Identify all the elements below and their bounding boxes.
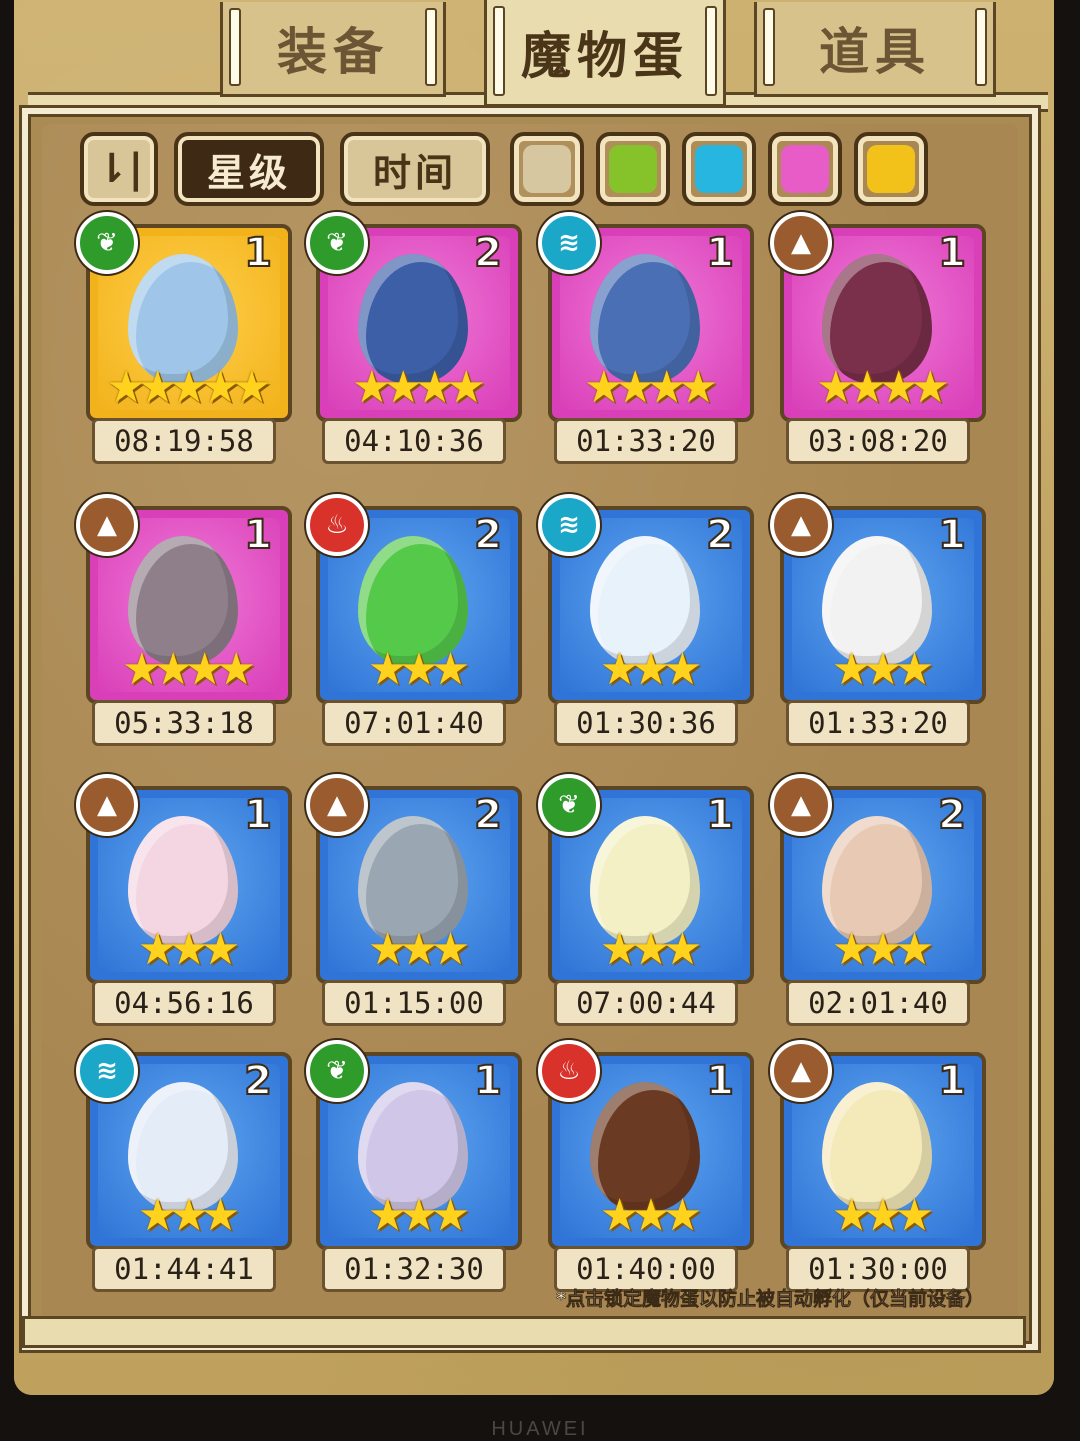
egg-count: 1 bbox=[243, 511, 273, 559]
egg-count: 1 bbox=[705, 791, 735, 839]
mountain-icon: ▲ bbox=[306, 774, 368, 836]
egg-count: 2 bbox=[473, 791, 503, 839]
mountain-icon: ▲ bbox=[770, 212, 832, 274]
hatch-timer: 01:32:30 bbox=[322, 1246, 506, 1292]
star-rating: ★★★ bbox=[599, 924, 702, 975]
swatch-color-fill bbox=[609, 145, 657, 193]
egg-card[interactable]: ≋ 2 ★★★ 01:44:41 bbox=[76, 1040, 292, 1300]
swatch-color-fill bbox=[523, 145, 571, 193]
egg-count: 1 bbox=[243, 791, 273, 839]
wave-icon: ≋ bbox=[538, 212, 600, 274]
mountain-icon: ▲ bbox=[770, 1040, 832, 1102]
star-rating: ★★★ bbox=[367, 924, 470, 975]
leaf-icon: ❦ bbox=[538, 774, 600, 836]
leaf-icon: ❦ bbox=[306, 1040, 368, 1102]
egg-card[interactable]: ❦ 2 ★★★★ 04:10:36 bbox=[306, 212, 522, 472]
star-rating: ★★★ bbox=[137, 1190, 240, 1241]
egg-card[interactable]: ▲ 2 ★★★ 02:01:40 bbox=[770, 774, 986, 1034]
filter-yellow-swatch[interactable] bbox=[854, 132, 928, 206]
wave-icon: ≋ bbox=[76, 1040, 138, 1102]
hatch-timer: 01:15:00 bbox=[322, 980, 506, 1026]
egg-card[interactable]: ♨ 2 ★★★ 07:01:40 bbox=[306, 494, 522, 754]
filter-blue-swatch[interactable] bbox=[682, 132, 756, 206]
egg-count: 1 bbox=[473, 1057, 503, 1105]
hatch-timer: 07:01:40 bbox=[322, 700, 506, 746]
flame-icon: ♨ bbox=[538, 1040, 600, 1102]
sort-by-time-button[interactable]: 时间 bbox=[340, 132, 490, 206]
hatch-timer: 01:33:20 bbox=[786, 700, 970, 746]
egg-card[interactable]: ❦ 1 ★★★ 07:00:44 bbox=[538, 774, 754, 1034]
filter-pink-swatch[interactable] bbox=[768, 132, 842, 206]
star-rating: ★★★★ bbox=[122, 644, 256, 695]
star-rating: ★★★ bbox=[831, 644, 934, 695]
egg-count: 2 bbox=[243, 1057, 273, 1105]
bottom-frame-rail bbox=[22, 1316, 1026, 1348]
hatch-timer: 02:01:40 bbox=[786, 980, 970, 1026]
egg-card[interactable]: ▲ 1 ★★★ 04:56:16 bbox=[76, 774, 292, 1034]
tab-monster-eggs[interactable]: 魔物蛋 bbox=[484, 0, 726, 107]
mountain-icon: ▲ bbox=[770, 774, 832, 836]
swatch-color-fill bbox=[781, 145, 829, 193]
egg-card[interactable]: ♨ 1 ★★★ 01:40:00 bbox=[538, 1040, 754, 1300]
star-rating: ★★★ bbox=[367, 1190, 470, 1241]
star-rating: ★★★★ bbox=[816, 362, 950, 413]
hatch-timer: 01:33:20 bbox=[554, 418, 738, 464]
filter-green-swatch[interactable] bbox=[596, 132, 670, 206]
egg-card[interactable]: ▲ 2 ★★★ 01:15:00 bbox=[306, 774, 522, 1034]
star-rating: ★★★★★ bbox=[106, 362, 271, 413]
hatch-timer: 05:33:18 bbox=[92, 700, 276, 746]
tab-equipment[interactable]: 装备 bbox=[220, 2, 446, 97]
mountain-icon: ▲ bbox=[770, 494, 832, 556]
mountain-icon: ▲ bbox=[76, 774, 138, 836]
mountain-icon: ▲ bbox=[76, 494, 138, 556]
egg-count: 2 bbox=[473, 511, 503, 559]
leaf-icon: ❦ bbox=[306, 212, 368, 274]
star-rating: ★★★ bbox=[367, 644, 470, 695]
egg-count: 2 bbox=[937, 791, 967, 839]
sort-by-stars-button[interactable]: 星级 bbox=[174, 132, 324, 206]
egg-count: 1 bbox=[243, 229, 273, 277]
egg-card[interactable]: ❦ 1 ★★★★★ 08:19:58 bbox=[76, 212, 292, 472]
lock-hint-text: *点击锁定魔物蛋以防止被自动孵化（仅当前设备） bbox=[556, 1288, 985, 1311]
star-rating: ★★★ bbox=[831, 924, 934, 975]
tab-items[interactable]: 道具 bbox=[754, 2, 996, 97]
device-brand-logo: HUAWEI bbox=[491, 1418, 589, 1440]
egg-card[interactable]: ▲ 1 ★★★★ 05:33:18 bbox=[76, 494, 292, 754]
hatch-timer: 04:10:36 bbox=[322, 418, 506, 464]
sort-toggle-icon: ⇂| bbox=[94, 146, 144, 192]
egg-count: 1 bbox=[705, 229, 735, 277]
game-screen: 装备 魔物蛋 道具 ⇂| 星级 时间 ❦ 1 ★★★★★ 08:19:58 ❦ 2 ★★★★… bbox=[14, 0, 1054, 1395]
hatch-timer: 01:44:41 bbox=[92, 1246, 276, 1292]
egg-card[interactable]: ❦ 1 ★★★ 01:32:30 bbox=[306, 1040, 522, 1300]
swatch-color-fill bbox=[695, 145, 743, 193]
hatch-timer: 01:30:36 bbox=[554, 700, 738, 746]
egg-count: 2 bbox=[473, 229, 503, 277]
egg-count: 2 bbox=[705, 511, 735, 559]
egg-card[interactable]: ▲ 1 ★★★★ 03:08:20 bbox=[770, 212, 986, 472]
hatch-timer: 03:08:20 bbox=[786, 418, 970, 464]
leaf-icon: ❦ bbox=[76, 212, 138, 274]
egg-count: 1 bbox=[937, 229, 967, 277]
filter-neutral-swatch[interactable] bbox=[510, 132, 584, 206]
star-rating: ★★★ bbox=[599, 644, 702, 695]
egg-count: 1 bbox=[705, 1057, 735, 1105]
egg-card[interactable]: ▲ 1 ★★★ 01:33:20 bbox=[770, 494, 986, 754]
egg-count: 1 bbox=[937, 1057, 967, 1105]
hatch-timer: 04:56:16 bbox=[92, 980, 276, 1026]
hatch-timer: 08:19:58 bbox=[92, 418, 276, 464]
wave-icon: ≋ bbox=[538, 494, 600, 556]
egg-card[interactable]: ≋ 2 ★★★ 01:30:36 bbox=[538, 494, 754, 754]
star-rating: ★★★ bbox=[831, 1190, 934, 1241]
star-rating: ★★★★ bbox=[352, 362, 486, 413]
sort-order-button[interactable]: ⇂| bbox=[80, 132, 158, 206]
hatch-timer: 07:00:44 bbox=[554, 980, 738, 1026]
egg-card[interactable]: ▲ 1 ★★★ 01:30:00 bbox=[770, 1040, 986, 1300]
egg-card[interactable]: ≋ 1 ★★★★ 01:33:20 bbox=[538, 212, 754, 472]
swatch-color-fill bbox=[867, 145, 915, 193]
star-rating: ★★★ bbox=[599, 1190, 702, 1241]
star-rating: ★★★ bbox=[137, 924, 240, 975]
egg-count: 1 bbox=[937, 511, 967, 559]
flame-icon: ♨ bbox=[306, 494, 368, 556]
star-rating: ★★★★ bbox=[584, 362, 718, 413]
